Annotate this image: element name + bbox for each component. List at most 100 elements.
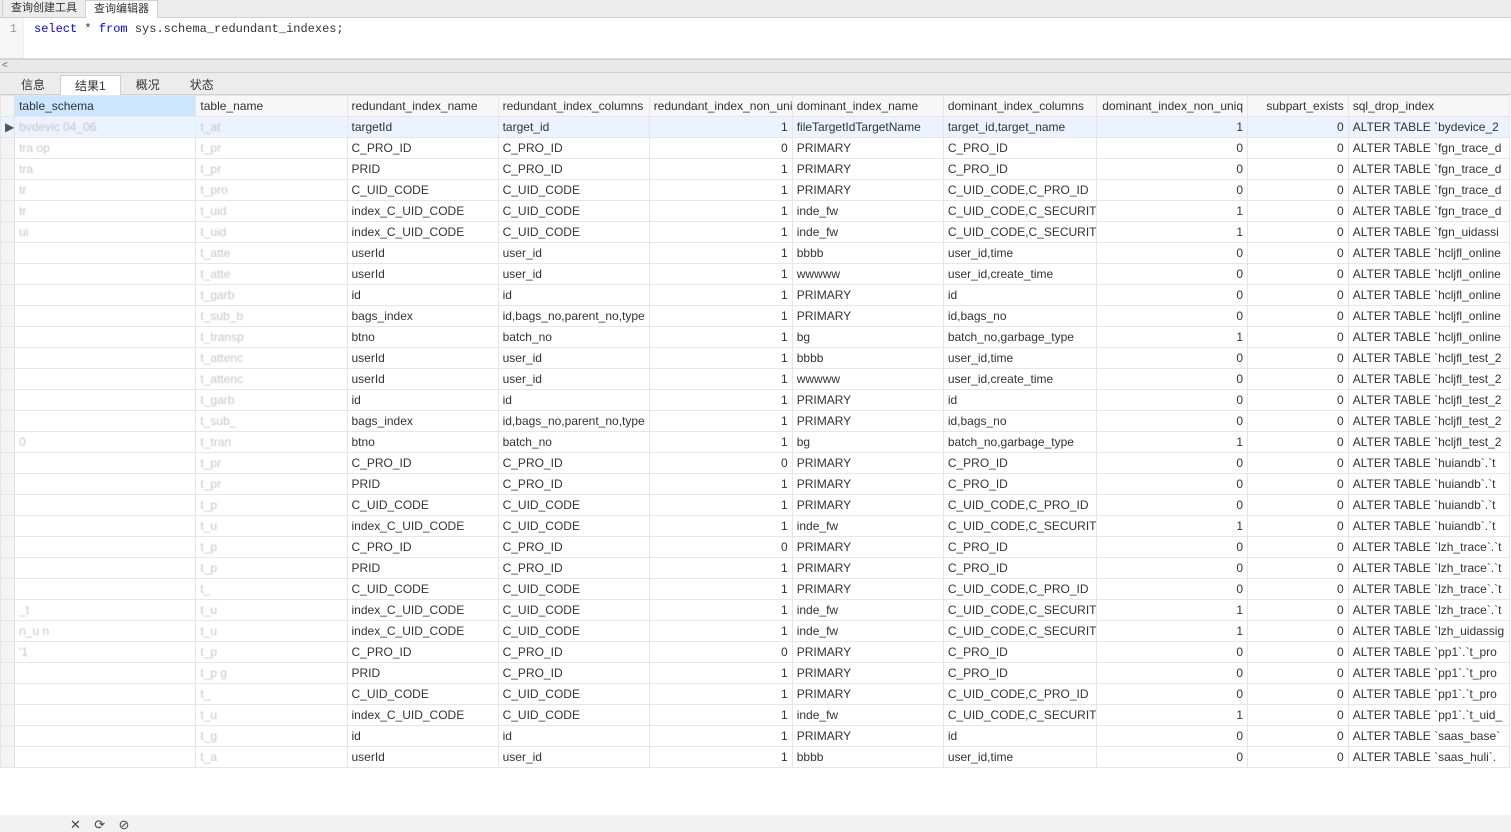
- cell[interactable]: fileTargetIdTargetName: [792, 117, 943, 138]
- cell[interactable]: C_UID_CODE: [347, 180, 498, 201]
- cell[interactable]: 1: [649, 285, 792, 306]
- cell[interactable]: C_PRO_ID: [498, 453, 649, 474]
- cell[interactable]: id: [943, 285, 1096, 306]
- table-row[interactable]: uit_uidindex_C_UID_CODEC_UID_CODE1inde_f…: [1, 222, 1510, 243]
- cell[interactable]: index_C_UID_CODE: [347, 621, 498, 642]
- cell[interactable]: [15, 537, 196, 558]
- cell[interactable]: 1: [1096, 201, 1247, 222]
- row-header[interactable]: [1, 180, 15, 201]
- cell[interactable]: t_uid: [196, 201, 347, 222]
- table-row[interactable]: t_prPRIDC_PRO_ID1PRIMARYC_PRO_ID00ALTER …: [1, 474, 1510, 495]
- cell[interactable]: PRID: [347, 159, 498, 180]
- cell[interactable]: PRIMARY: [792, 663, 943, 684]
- cell[interactable]: t_u: [196, 621, 347, 642]
- cell[interactable]: t_pr: [196, 159, 347, 180]
- cell[interactable]: C_UID_CODE: [498, 705, 649, 726]
- cell[interactable]: tr: [15, 180, 196, 201]
- cell[interactable]: C_PRO_ID: [347, 138, 498, 159]
- cell[interactable]: C_UID_CODE,C_PRO_ID: [943, 180, 1096, 201]
- cell[interactable]: ALTER TABLE `hcljfl_test_2: [1348, 411, 1509, 432]
- cell[interactable]: ALTER TABLE `hcljfl_online: [1348, 327, 1509, 348]
- cell[interactable]: tra: [15, 159, 196, 180]
- row-header[interactable]: [1, 705, 15, 726]
- cell[interactable]: C_PRO_ID: [943, 558, 1096, 579]
- row-header[interactable]: [1, 579, 15, 600]
- row-header[interactable]: [1, 264, 15, 285]
- scroll-left-icon[interactable]: <: [2, 60, 8, 71]
- cell[interactable]: PRID: [347, 474, 498, 495]
- row-header[interactable]: [1, 138, 15, 159]
- cell[interactable]: 0: [1096, 159, 1247, 180]
- cell[interactable]: 1: [649, 726, 792, 747]
- cell[interactable]: C_PRO_ID: [943, 138, 1096, 159]
- cell[interactable]: 0: [1248, 264, 1349, 285]
- table-row[interactable]: trt_uidindex_C_UID_CODEC_UID_CODE1inde_f…: [1, 201, 1510, 222]
- cell[interactable]: 0: [1248, 726, 1349, 747]
- cell[interactable]: ALTER TABLE `hcljfl_online: [1348, 243, 1509, 264]
- cell[interactable]: C_UID_CODE: [347, 579, 498, 600]
- row-header[interactable]: [1, 327, 15, 348]
- cell[interactable]: ALTER TABLE `fgn_uidassi: [1348, 222, 1509, 243]
- cell[interactable]: PRIMARY: [792, 558, 943, 579]
- row-header[interactable]: [1, 222, 15, 243]
- table-row[interactable]: t_transpbtnobatch_no1bgbatch_no,garbage_…: [1, 327, 1510, 348]
- cell[interactable]: userId: [347, 264, 498, 285]
- cell[interactable]: t_pr: [196, 453, 347, 474]
- cell[interactable]: btno: [347, 327, 498, 348]
- cell[interactable]: 1: [649, 705, 792, 726]
- table-row[interactable]: t_pPRIDC_PRO_ID1PRIMARYC_PRO_ID00ALTER T…: [1, 558, 1510, 579]
- cell[interactable]: index_C_UID_CODE: [347, 201, 498, 222]
- cell[interactable]: t_u: [196, 705, 347, 726]
- cell[interactable]: PRIMARY: [792, 138, 943, 159]
- table-row[interactable]: _tt_uindex_C_UID_CODEC_UID_CODE1inde_fwC…: [1, 600, 1510, 621]
- row-header[interactable]: [1, 747, 15, 768]
- col-dominant-index-non-uniq[interactable]: dominant_index_non_uniq: [1096, 96, 1247, 117]
- row-header[interactable]: [1, 684, 15, 705]
- cell[interactable]: C_UID_CODE: [498, 516, 649, 537]
- cell[interactable]: C_PRO_ID: [943, 474, 1096, 495]
- cell[interactable]: ALTER TABLE `hcljfl_test_2: [1348, 348, 1509, 369]
- cell[interactable]: bbbb: [792, 747, 943, 768]
- cell[interactable]: t_a: [196, 747, 347, 768]
- sql-text[interactable]: select * from sys.schema_redundant_index…: [24, 18, 1511, 58]
- cell[interactable]: [15, 306, 196, 327]
- cell[interactable]: id: [498, 285, 649, 306]
- cell[interactable]: 0: [1248, 390, 1349, 411]
- cell[interactable]: t_pr: [196, 138, 347, 159]
- row-header[interactable]: [1, 663, 15, 684]
- cell[interactable]: 1: [649, 684, 792, 705]
- cell[interactable]: C_UID_CODE: [347, 684, 498, 705]
- cell[interactable]: 1: [649, 495, 792, 516]
- table-row[interactable]: t_auserIduser_id1bbbbuser_id,time00ALTER…: [1, 747, 1510, 768]
- cell[interactable]: 0: [1248, 222, 1349, 243]
- cell[interactable]: 1: [649, 201, 792, 222]
- cell[interactable]: C_UID_CODE,C_SECURITY: [943, 600, 1096, 621]
- col-redundant-index-name[interactable]: redundant_index_name: [347, 96, 498, 117]
- row-header[interactable]: [1, 621, 15, 642]
- sql-editor[interactable]: 1 select * from sys.schema_redundant_ind…: [0, 18, 1511, 59]
- cell[interactable]: ALTER TABLE `huiandb`.`t: [1348, 453, 1509, 474]
- cell[interactable]: target_id,target_name: [943, 117, 1096, 138]
- cell[interactable]: btno: [347, 432, 498, 453]
- cell[interactable]: t_: [196, 684, 347, 705]
- cell[interactable]: index_C_UID_CODE: [347, 705, 498, 726]
- cell[interactable]: [15, 747, 196, 768]
- cell[interactable]: [15, 264, 196, 285]
- cell[interactable]: batch_no,garbage_type: [943, 432, 1096, 453]
- cell[interactable]: 0: [1248, 495, 1349, 516]
- cell[interactable]: id: [943, 390, 1096, 411]
- cell[interactable]: 1: [1096, 117, 1247, 138]
- cell[interactable]: user_id,time: [943, 348, 1096, 369]
- cell[interactable]: 0: [1248, 621, 1349, 642]
- cell[interactable]: PRIMARY: [792, 390, 943, 411]
- cell[interactable]: 0: [1248, 600, 1349, 621]
- cell[interactable]: 0: [1096, 285, 1247, 306]
- cell[interactable]: 1: [649, 516, 792, 537]
- cell[interactable]: 0: [1248, 327, 1349, 348]
- cell[interactable]: C_PRO_ID: [498, 642, 649, 663]
- cell[interactable]: 1: [649, 264, 792, 285]
- cell[interactable]: C_UID_CODE: [498, 579, 649, 600]
- cell[interactable]: C_UID_CODE: [498, 495, 649, 516]
- row-header[interactable]: [1, 201, 15, 222]
- cell[interactable]: C_PRO_ID: [943, 663, 1096, 684]
